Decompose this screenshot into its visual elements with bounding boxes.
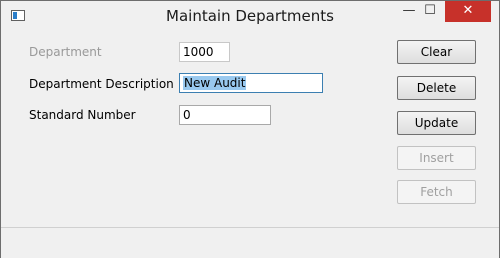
title-bar[interactable]: Maintain Departments — ☐ ✕ xyxy=(1,1,499,31)
standard-number-label: Standard Number xyxy=(29,108,136,122)
status-bar xyxy=(1,227,499,258)
selected-text: New Audit xyxy=(183,76,247,90)
maximize-icon[interactable]: ☐ xyxy=(420,1,440,22)
clear-button[interactable]: Clear xyxy=(397,40,476,64)
maintain-departments-window: Maintain Departments — ☐ ✕ Department 10… xyxy=(0,0,500,258)
delete-button[interactable]: Delete xyxy=(397,76,476,100)
close-icon[interactable]: ✕ xyxy=(445,1,491,22)
minimize-icon[interactable]: — xyxy=(399,1,419,22)
fetch-button[interactable]: Fetch xyxy=(397,180,476,204)
department-description-label: Department Description xyxy=(29,77,174,91)
update-button[interactable]: Update xyxy=(397,111,476,135)
department-field[interactable]: 1000 xyxy=(179,42,230,62)
department-label: Department xyxy=(29,45,102,59)
standard-number-field[interactable]: 0 xyxy=(179,105,271,125)
department-description-field[interactable]: New Audit xyxy=(179,73,323,93)
insert-button[interactable]: Insert xyxy=(397,146,476,170)
